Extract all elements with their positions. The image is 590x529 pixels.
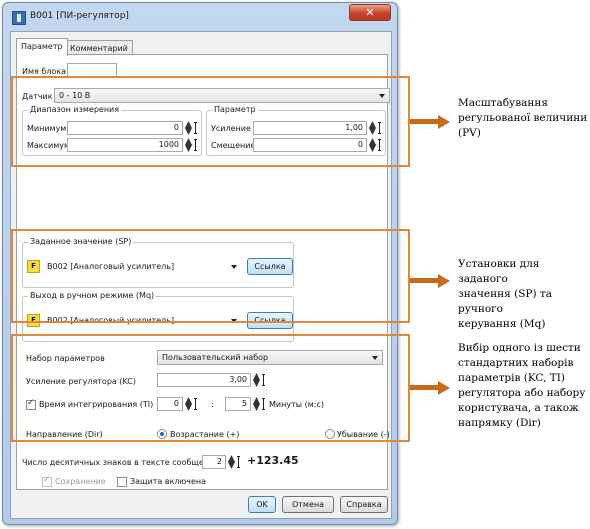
arrow-right-icon bbox=[438, 381, 450, 395]
note-line: користувача, а також bbox=[458, 402, 579, 414]
note-line: керування (Mq) bbox=[458, 318, 546, 330]
arrow-right-icon bbox=[438, 115, 450, 129]
note-line: Масштабування bbox=[458, 97, 549, 109]
sp-arrow bbox=[410, 278, 440, 283]
cancel-button[interactable]: Отмена bbox=[282, 496, 334, 513]
save-label: Сохранение bbox=[55, 477, 106, 486]
note-line: регулятора або набору bbox=[458, 387, 586, 399]
note-line: Установки для заданого bbox=[458, 258, 540, 285]
close-button[interactable]: ✕ bbox=[349, 4, 391, 21]
arrow-right-icon bbox=[438, 274, 450, 288]
pv-arrow bbox=[410, 119, 440, 124]
tab-parameter[interactable]: Параметр bbox=[16, 38, 68, 56]
block-name-label: Имя блока bbox=[22, 67, 67, 76]
pv-highlight-box bbox=[11, 76, 410, 167]
note-line: (PV) bbox=[458, 127, 481, 139]
save-checkbox[interactable] bbox=[42, 475, 52, 487]
ok-button[interactable]: OK bbox=[248, 496, 276, 513]
cursor-icon bbox=[237, 456, 240, 468]
decimals-input[interactable]: 2 bbox=[202, 455, 226, 469]
sp-annotation: Установки для заданого значення (SP) та … bbox=[458, 257, 590, 332]
protect-label: Защита включена bbox=[130, 477, 207, 486]
decimals-spinner[interactable] bbox=[228, 455, 235, 469]
decimals-label: Число десятичных знаков в тексте сообщен… bbox=[22, 458, 220, 467]
note-line: Вибір одного із шести bbox=[458, 342, 581, 354]
help-button[interactable]: Справка bbox=[340, 496, 388, 513]
window-title: B001 [ПИ-регулятор] bbox=[30, 11, 129, 21]
decimals-preview: +123.45 bbox=[247, 454, 299, 467]
kc-highlight-box bbox=[11, 334, 410, 442]
block-name-input[interactable] bbox=[67, 63, 117, 77]
note-line: напрямку (Dir) bbox=[458, 417, 541, 429]
app-icon bbox=[12, 11, 26, 25]
kc-arrow bbox=[410, 385, 440, 390]
close-icon: ✕ bbox=[365, 6, 375, 19]
note-line: регульованої величини bbox=[458, 112, 588, 124]
pv-annotation: Масштабування регульованої величини (PV) bbox=[458, 96, 587, 141]
title-bar[interactable]: B001 [ПИ-регулятор] ✕ bbox=[3, 3, 397, 31]
note-line: стандартних наборів bbox=[458, 357, 574, 369]
sp-highlight-box bbox=[11, 229, 410, 323]
note-line: параметрів (KC, TI) bbox=[458, 372, 565, 384]
kc-annotation: Вибір одного із шести стандартних наборі… bbox=[458, 341, 585, 431]
note-line: значення (SP) та ручного bbox=[458, 288, 552, 315]
protect-checkbox[interactable] bbox=[117, 477, 127, 487]
tab-comment[interactable]: Комментарий bbox=[65, 40, 133, 55]
